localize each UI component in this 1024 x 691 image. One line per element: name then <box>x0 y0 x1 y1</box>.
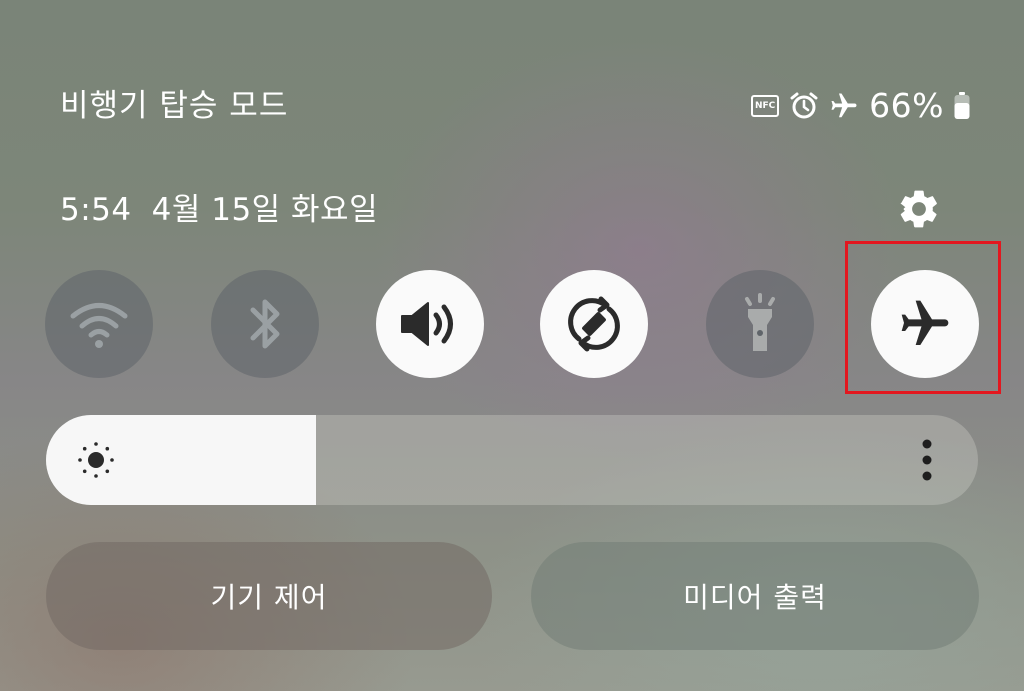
nfc-icon: NFC <box>751 95 780 117</box>
flashlight-icon <box>745 293 775 351</box>
sound-toggle[interactable] <box>376 270 484 378</box>
media-output-label: 미디어 출력 <box>683 581 827 614</box>
device-control-button[interactable]: 기기 제어 <box>46 542 492 650</box>
airplane-mode-status-title: 비행기 탑승 모드 <box>60 88 289 124</box>
gear-icon <box>900 190 937 228</box>
alarm-icon <box>790 92 818 119</box>
date-text: 4월 15일 화요일 <box>151 192 379 228</box>
sun-icon <box>78 442 114 478</box>
wifi-toggle[interactable] <box>45 270 153 378</box>
status-icons: NFC 66% <box>751 84 970 128</box>
wifi-icon <box>70 303 128 348</box>
brightness-slider[interactable] <box>46 415 978 505</box>
speaker-icon <box>401 302 453 346</box>
battery-icon <box>954 92 970 119</box>
battery-percentage: 66% <box>869 86 944 125</box>
rotate-icon <box>568 296 620 352</box>
clock-time: 5:54 <box>60 192 132 228</box>
brightness-more-button[interactable] <box>912 435 942 485</box>
bluetooth-toggle[interactable] <box>211 270 319 378</box>
auto-rotate-toggle[interactable] <box>540 270 648 378</box>
highlight-box <box>845 241 1001 394</box>
airplane-icon <box>831 93 857 118</box>
device-control-label: 기기 제어 <box>210 581 328 614</box>
bluetooth-icon <box>250 299 280 349</box>
settings-button[interactable] <box>894 186 944 232</box>
more-vertical-icon <box>922 439 932 481</box>
flashlight-toggle[interactable] <box>706 270 814 378</box>
date-time: 5:54 4월 15일 화요일 <box>60 188 398 232</box>
media-output-button[interactable]: 미디어 출력 <box>531 542 979 650</box>
